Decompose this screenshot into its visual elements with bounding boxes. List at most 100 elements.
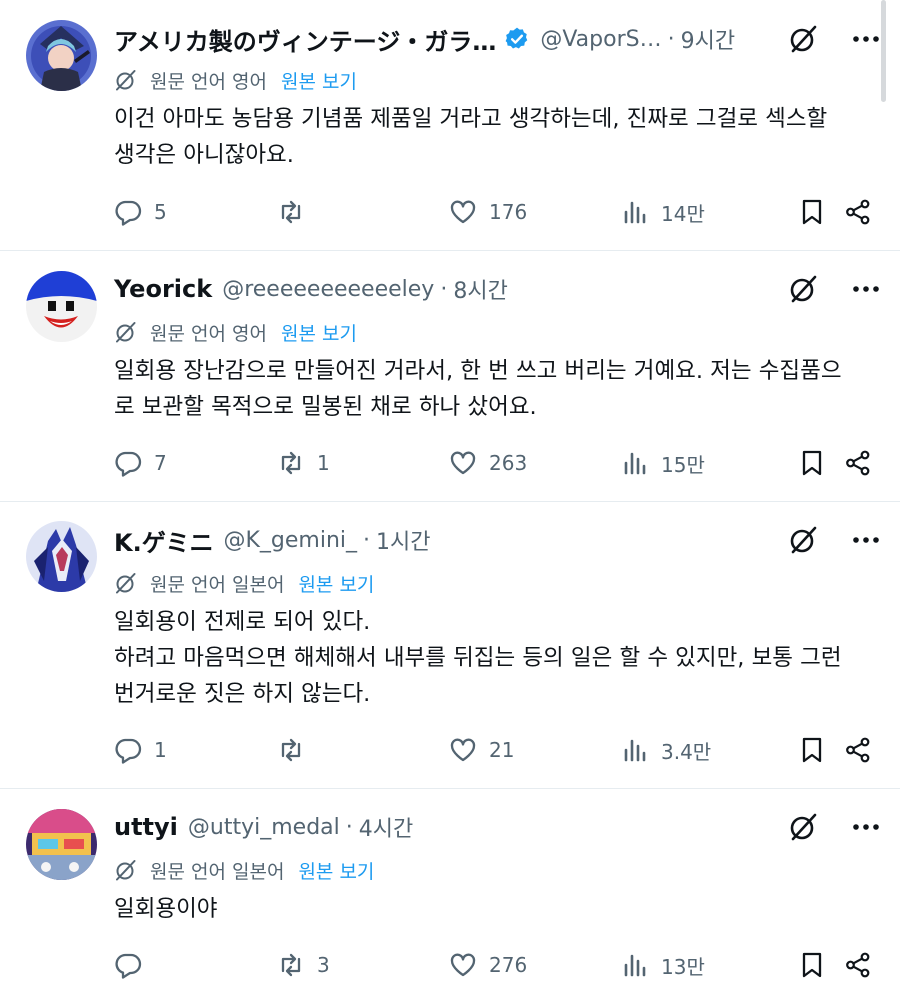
translation-language: 원문 언어 영어 <box>150 70 267 93</box>
share-button[interactable] <box>844 730 872 770</box>
share-button[interactable] <box>844 945 872 985</box>
reply-count: 1 <box>154 738 167 762</box>
reply-button[interactable]: 5 <box>114 192 167 232</box>
repost-button[interactable]: 1 <box>277 443 330 483</box>
reply-count: 7 <box>154 451 167 475</box>
translation-language: 원문 언어 일본어 <box>150 860 285 883</box>
avatar[interactable] <box>26 809 97 880</box>
views-button[interactable]: 3.4만 <box>621 730 711 770</box>
translate-icon <box>116 70 136 91</box>
translation-note: 원문 언어 영어 원본 보기 <box>114 316 357 348</box>
tweet-text: 이건 아마도 농담용 기념품 제품일 거라고 생각하는데, 진짜로 그걸로 섹스… <box>114 101 872 173</box>
tweet-text: 일회용이 전제로 되어 있다. 하려고 마음먹으면 해체해서 내부를 뒤집는 등… <box>114 604 872 712</box>
like-count: 21 <box>489 738 515 762</box>
view-count: 14만 <box>661 201 705 226</box>
more-icon[interactable] <box>852 823 880 831</box>
tweet-text: 일회용이야 <box>114 891 872 927</box>
more-icon[interactable] <box>852 285 880 293</box>
tweet-text-line: 생각은 아니잖아요. <box>114 142 294 168</box>
more-icon[interactable] <box>852 35 880 43</box>
bookmark-button[interactable] <box>798 945 826 985</box>
like-icon <box>450 953 476 977</box>
views-button[interactable]: 15만 <box>621 443 705 483</box>
translation-note: 원문 언어 일본어 원본 보기 <box>114 567 374 599</box>
grok-icon[interactable] <box>788 274 818 304</box>
grok-icon[interactable] <box>788 24 818 54</box>
bookmark-icon <box>802 952 822 978</box>
views-icon <box>624 201 646 224</box>
reply-button[interactable] <box>114 945 154 985</box>
reply-button[interactable]: 1 <box>114 730 167 770</box>
like-icon <box>450 738 476 762</box>
tweet[interactable]: Yeorick @reeeeeeeeeeeley · 8시간 원문 언어 영어 … <box>0 251 900 502</box>
repost-button[interactable] <box>277 192 317 232</box>
translation-language: 원문 언어 영어 <box>150 322 267 345</box>
like-button[interactable]: 276 <box>449 945 527 985</box>
repost-button[interactable]: 3 <box>277 945 330 985</box>
show-original-link[interactable]: 원본 보기 <box>281 67 357 94</box>
translation-note: 원문 언어 영어 원본 보기 <box>114 64 357 96</box>
handle[interactable]: @reeeeeeeeeeeley <box>222 277 434 302</box>
handle[interactable]: @K_gemini_ <box>223 528 357 553</box>
display-name[interactable]: uttyi <box>114 813 178 841</box>
display-name[interactable]: アメリカ製のヴィンテージ・ガラ… <box>114 22 496 57</box>
grok-icon[interactable] <box>788 525 818 555</box>
show-original-link[interactable]: 원본 보기 <box>298 570 374 597</box>
avatar[interactable] <box>26 20 97 91</box>
avatar[interactable] <box>26 271 97 342</box>
grok-icon[interactable] <box>788 812 818 842</box>
timestamp[interactable]: 9시간 <box>681 23 735 55</box>
bookmark-icon <box>802 737 822 763</box>
tweet[interactable]: K.ゲミニ @K_gemini_ · 1시간 원문 언어 일본어 원본 보기 일… <box>0 502 900 789</box>
repost-button[interactable] <box>277 730 317 770</box>
handle[interactable]: @uttyi_medal <box>188 815 340 840</box>
tweet[interactable]: アメリカ製のヴィンテージ・ガラ… @VaporS… · 9시간 원문 언어 영어… <box>0 0 900 251</box>
tweet-text-line: 일회용 장난감으로 만들어진 거라서, 한 번 쓰고 버리는 거예요. 저는 수… <box>114 358 842 384</box>
share-icon <box>846 199 870 225</box>
avatar[interactable] <box>26 521 97 592</box>
bookmark-icon <box>802 450 822 476</box>
translate-icon <box>116 322 136 343</box>
views-button[interactable]: 13만 <box>621 945 705 985</box>
handle[interactable]: @VaporS… <box>540 27 661 52</box>
reply-icon <box>115 451 142 477</box>
like-count: 276 <box>489 953 528 977</box>
like-icon <box>450 451 476 475</box>
separator-dot: · <box>667 26 675 52</box>
tweet-text-line: 하려고 마음먹으면 해체해서 내부를 뒤집는 등의 일은 할 수 있지만, 보통… <box>114 645 842 671</box>
show-original-link[interactable]: 원본 보기 <box>281 319 357 346</box>
action-bar: 3 276 13만 <box>114 945 872 985</box>
like-button[interactable]: 21 <box>449 730 514 770</box>
repost-count: 3 <box>317 953 330 977</box>
reply-icon <box>115 200 142 226</box>
show-original-link[interactable]: 원본 보기 <box>298 857 374 884</box>
tweet[interactable]: uttyi @uttyi_medal · 4시간 원문 언어 일본어 원본 보기… <box>0 789 900 1002</box>
reply-button[interactable]: 7 <box>114 443 167 483</box>
like-button[interactable]: 263 <box>449 443 527 483</box>
tweet-text-line: 로 보관할 목적으로 밀봉된 채로 하나 샀어요. <box>114 394 537 420</box>
share-button[interactable] <box>844 192 872 232</box>
timestamp[interactable]: 8시간 <box>453 273 507 305</box>
display-name[interactable]: K.ゲミニ <box>114 523 213 558</box>
bookmark-icon <box>802 199 822 225</box>
timestamp[interactable]: 1시간 <box>376 524 430 556</box>
display-name[interactable]: Yeorick <box>114 275 212 303</box>
more-icon[interactable] <box>852 536 880 544</box>
action-bar: 1 21 3.4만 <box>114 730 872 770</box>
bookmark-button[interactable] <box>798 730 826 770</box>
views-button[interactable]: 14만 <box>621 192 705 232</box>
tweet-text-line: 번거로운 짓은 하지 않는다. <box>114 681 371 707</box>
like-button[interactable]: 176 <box>449 192 527 232</box>
bookmark-button[interactable] <box>798 443 826 483</box>
bookmark-button[interactable] <box>798 192 826 232</box>
repost-icon <box>281 200 301 224</box>
translate-icon <box>116 573 136 594</box>
tweet-text: 일회용 장난감으로 만들어진 거라서, 한 번 쓰고 버리는 거예요. 저는 수… <box>114 353 872 425</box>
repost-icon <box>281 953 301 977</box>
share-button[interactable] <box>844 443 872 483</box>
views-icon <box>624 739 646 762</box>
share-icon <box>846 450 870 476</box>
translate-icon <box>116 860 136 881</box>
timestamp[interactable]: 4시간 <box>359 811 413 843</box>
reply-count: 5 <box>154 200 167 224</box>
